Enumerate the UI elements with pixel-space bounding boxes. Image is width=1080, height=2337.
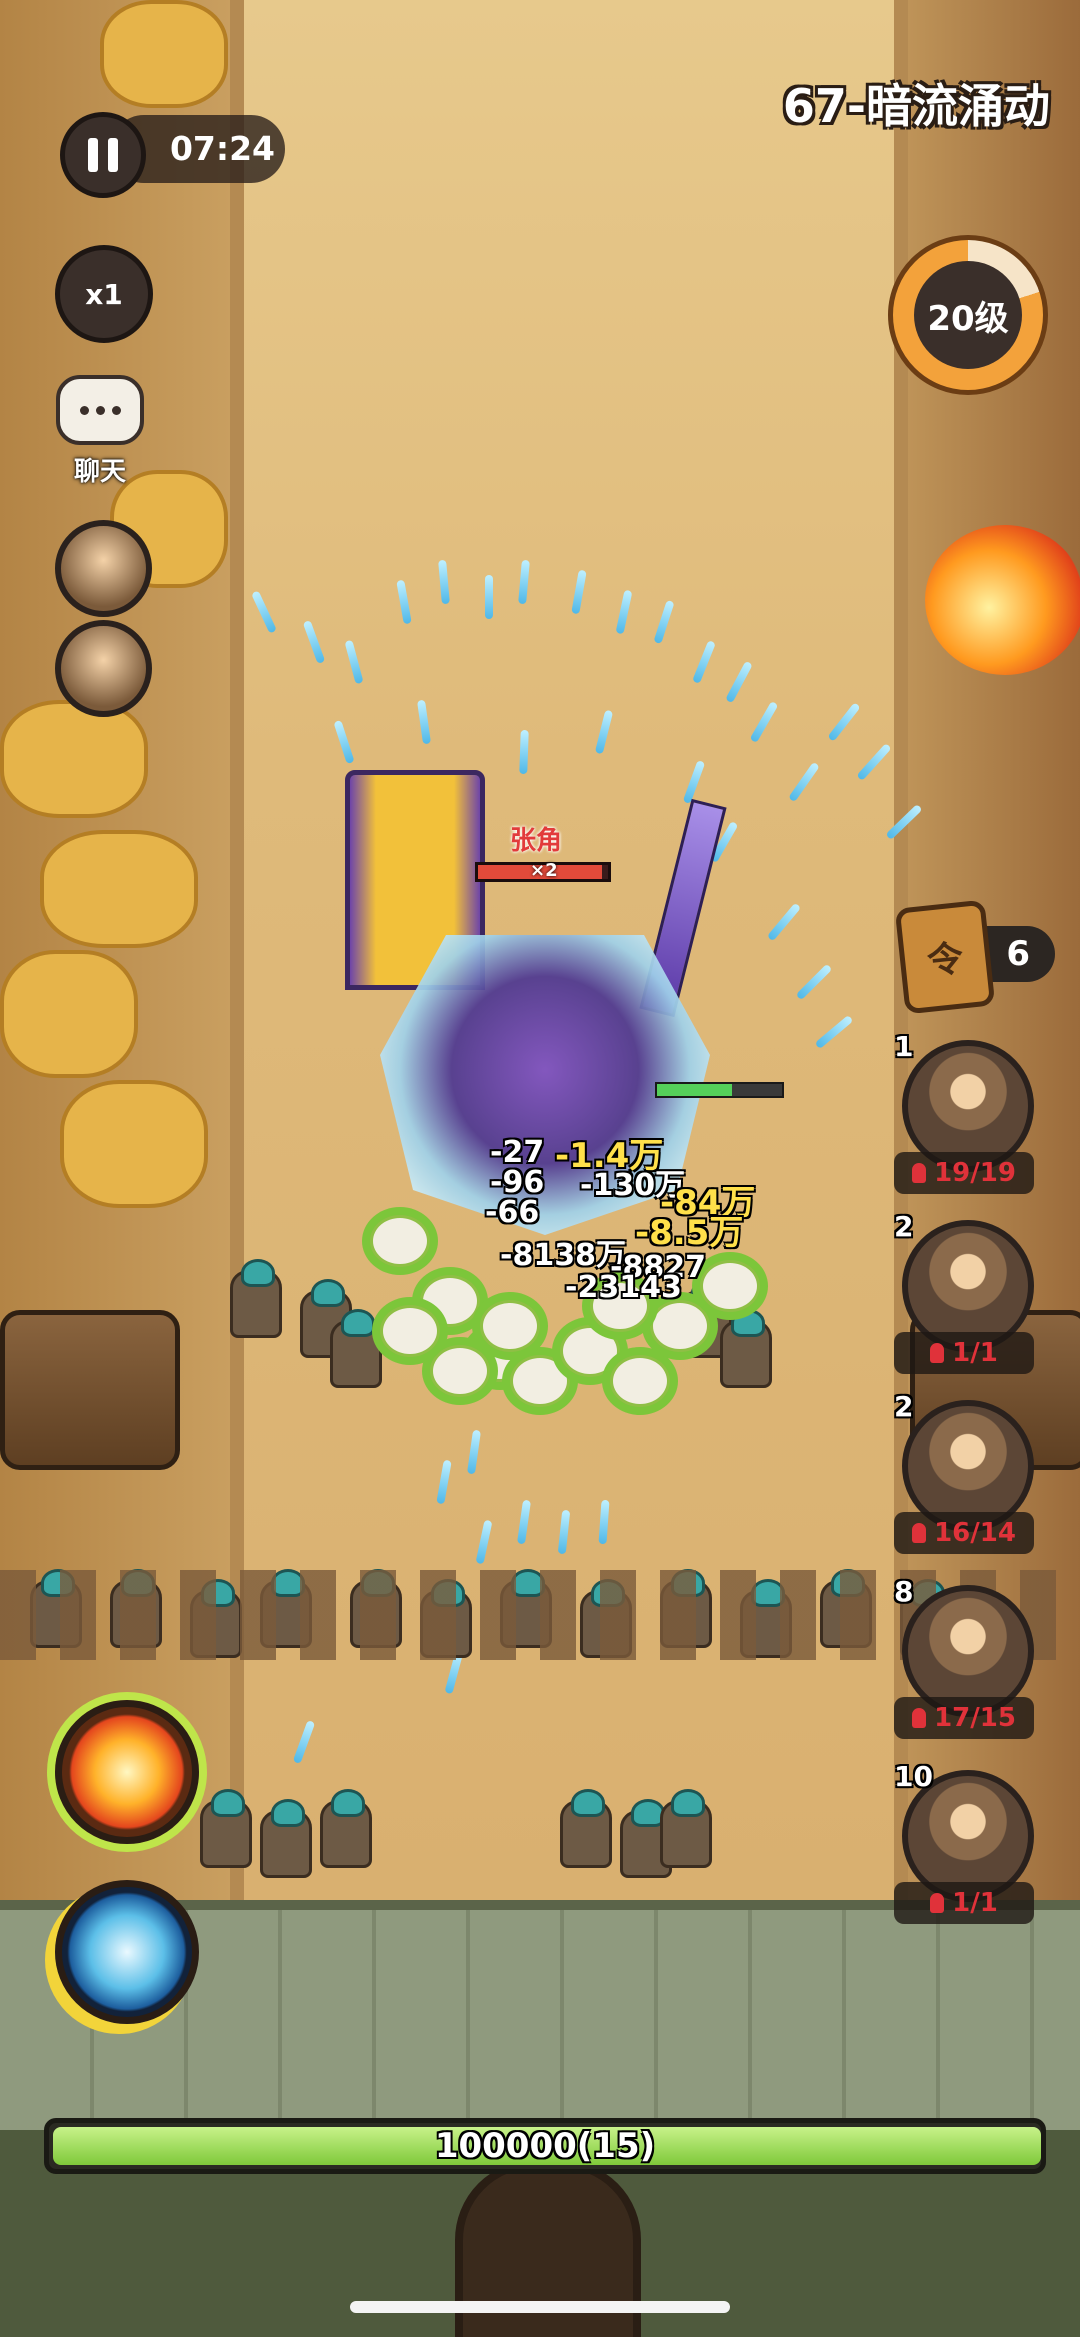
hero-troop-count: 1/1 [894,1882,1034,1924]
steamed-bun-enemy [480,1300,540,1352]
steamed-bun-enemy [430,1345,490,1397]
person-icon [912,1163,927,1183]
damage-number: -8.5万 [635,1213,744,1253]
steamed-bun-enemy [380,1305,440,1357]
steamed-bun-enemy [510,1355,570,1407]
hero-troop-count: 19/19 [894,1152,1034,1194]
soldier [230,1259,282,1338]
ice-shard [519,729,529,775]
person-icon [912,1523,927,1543]
wall-hp-bar: 100000(15) [44,2118,1046,2174]
damage-number: -8138万 [500,1238,626,1273]
enemy-hp-fill [657,1084,732,1096]
hero-level: 10 [894,1760,933,1793]
hero-level: 2 [894,1210,914,1243]
chat-label: 聊天 [73,457,126,487]
hero-troop-count: 1/1 [894,1332,1034,1374]
person-icon [930,1893,945,1913]
hay-bale [40,830,198,948]
fire-skill-button[interactable] [55,1700,199,1844]
hero-troop-count: 17/15 [894,1697,1034,1739]
ally-avatar-2[interactable] [55,620,152,717]
person-icon [930,1343,945,1363]
hero-level: 2 [894,1390,914,1423]
damage-number: -23143 [565,1270,682,1305]
ice-shard [485,575,493,619]
steamed-bun-enemy [610,1355,670,1407]
soldier [660,1789,712,1868]
hero-troop-count-text: 1/1 [952,1338,998,1368]
stage-title: 67-暗流涌动 [782,79,1050,133]
pause-icon [88,138,98,172]
crossbow-turret-left [0,1310,180,1470]
hay-bale [0,700,148,818]
soldier [260,1799,312,1878]
hero-level: 1 [894,1030,914,1063]
pause-button[interactable] [60,112,146,198]
hero-troop-count-text: 16/14 [934,1518,1016,1548]
soldier [320,1789,372,1868]
command-token-icon: 令 [894,899,996,1015]
hay-bale [0,950,138,1078]
enemy-hp-bar [655,1082,784,1098]
soldier [330,1309,382,1388]
person-icon [912,1708,927,1728]
steamed-bun-enemy [560,1325,620,1377]
hero-slot[interactable]: 2 16/14 [894,1390,1034,1554]
hero-troop-count-text: 19/19 [934,1158,1016,1188]
pause-icon [108,138,118,172]
chat-button[interactable]: 聊天 [50,375,150,490]
water-skill-button[interactable] [55,1880,199,2024]
hero-slot[interactable]: 8 17/15 [894,1575,1034,1739]
steamed-bun-enemy [700,1260,760,1312]
hero-slot[interactable]: 10 1/1 [894,1760,1034,1924]
hero-slot[interactable]: 2 1/1 [894,1210,1034,1374]
wall-hp-text: 100000(15) [434,2126,656,2166]
hero-level: 8 [894,1575,914,1608]
hero-troop-count-text: 1/1 [952,1888,998,1918]
hay-bale [60,1080,208,1208]
hero-troop-count: 16/14 [894,1512,1034,1554]
boss-name: 张角 [510,826,563,856]
soldier [720,1309,772,1388]
player-level-ring[interactable]: 20级 [888,235,1048,395]
home-indicator[interactable] [350,2301,730,2313]
player-level: 20级 [914,261,1022,369]
damage-number: -66 [485,1195,540,1230]
steamed-bun-enemy [370,1215,430,1267]
hero-troop-count-text: 17/15 [934,1703,1016,1733]
hay-bale [100,0,228,108]
meteor-fireball [925,525,1080,675]
soldier [560,1789,612,1868]
command-token[interactable]: 6 令 [894,899,1060,1015]
boss-multiplier: ×2 [530,860,558,881]
chat-icon [56,375,144,445]
steamed-bun-enemy [650,1300,710,1352]
hero-slot[interactable]: 1 19/19 [894,1030,1034,1194]
speed-button[interactable]: x1 [55,245,153,343]
soldier [200,1789,252,1868]
ally-avatar-1[interactable] [55,520,152,617]
